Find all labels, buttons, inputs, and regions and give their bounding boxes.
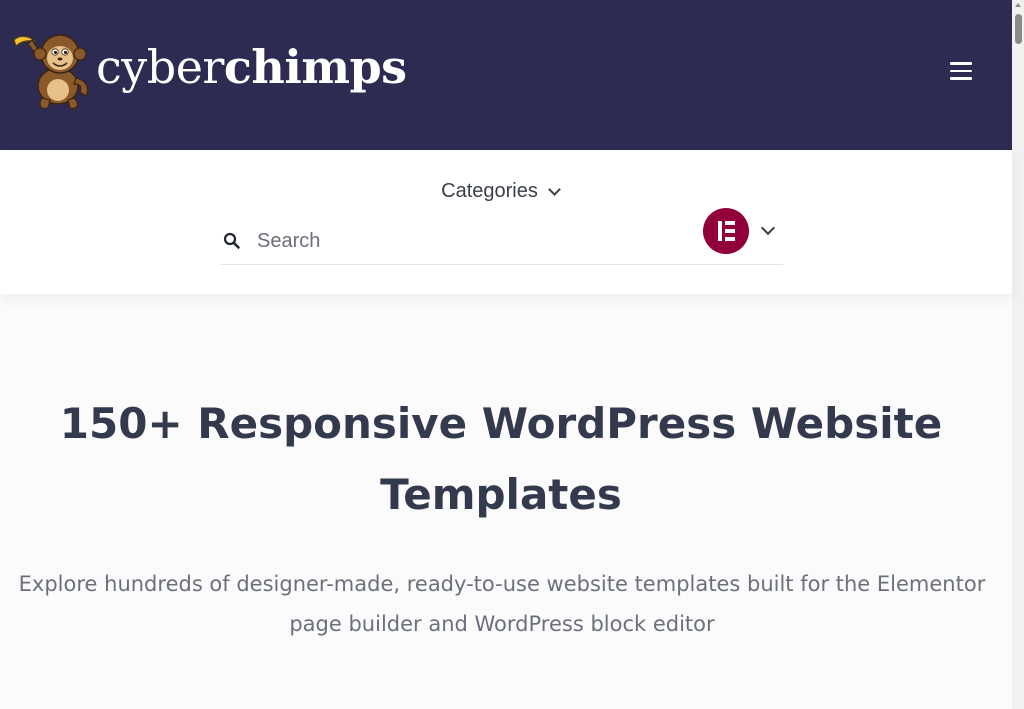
page-subtitle: Explore hundreds of designer-made, ready… [18,572,986,636]
menu-bar-middle [950,69,972,73]
search-icon [223,232,240,249]
page-builder-dropdown[interactable] [703,208,776,254]
site-logo-link[interactable]: cyberchimps [12,26,407,112]
chevron-down-icon [547,182,561,196]
menu-bar-top [950,62,972,65]
elementor-icon [703,208,749,254]
logo-text-bold: chimps [223,40,407,94]
search-bar [221,208,783,265]
page-scrollbar[interactable] [1012,0,1024,709]
scroll-up-arrow-icon[interactable] [1015,3,1021,7]
categories-dropdown[interactable]: Categories [0,180,1000,203]
logo-wordmark: cyberchimps [96,44,407,90]
categories-label: Categories [441,180,538,202]
page-viewport: cyberchimps Categories Search 150+ Respo… [0,0,1024,709]
main-content: 150+ Responsive WordPress Website Templa… [0,294,1012,709]
search-input[interactable] [257,226,677,256]
hamburger-menu-icon[interactable] [940,56,982,86]
scrollbar-thumb[interactable] [1015,14,1022,44]
page-title: 150+ Responsive WordPress Website Templa… [59,399,943,519]
logo-text-light: cyber [96,40,224,94]
menu-bar-bottom [950,77,972,80]
chevron-down-icon [760,220,776,236]
template-filter-bar: Categories [0,150,1012,294]
chimp-mascot-icon [13,34,89,109]
site-header: cyberchimps [0,0,1012,150]
